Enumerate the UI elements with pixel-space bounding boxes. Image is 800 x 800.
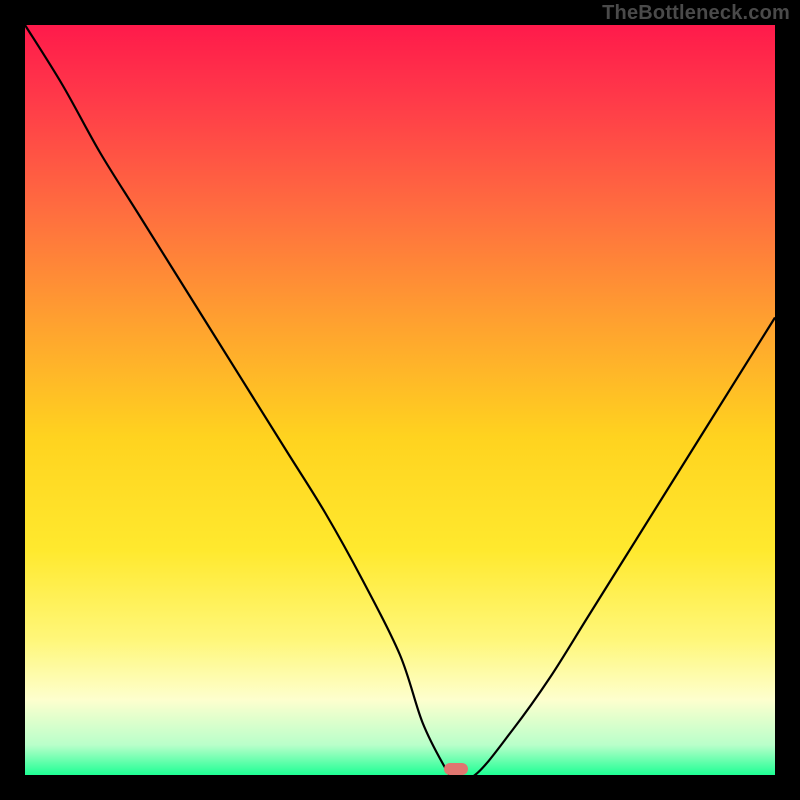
chart-frame: TheBottleneck.com bbox=[0, 0, 800, 800]
watermark-text: TheBottleneck.com bbox=[602, 2, 790, 25]
plot-svg bbox=[25, 25, 775, 775]
optimal-point-marker bbox=[444, 763, 468, 775]
plot-area bbox=[25, 25, 775, 775]
gradient-background bbox=[25, 25, 775, 775]
